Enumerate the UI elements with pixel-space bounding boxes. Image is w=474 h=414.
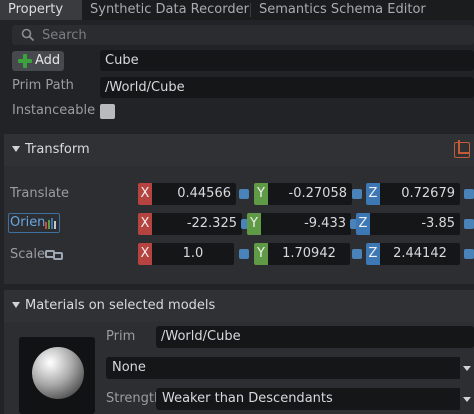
search-input[interactable] [42,25,462,45]
tab-semantics-schema-editor[interactable]: Semantics Schema Editor [251,0,441,20]
orient-label: Orien [10,215,46,230]
orient-x-field[interactable]: -22.325 [152,213,242,235]
scale-x-field[interactable]: 1.0 [152,243,234,265]
translate-z-keyframe-icon[interactable] [464,189,474,199]
scale-z-axis: Z [366,243,380,265]
prim-path-label: Prim Path [12,78,74,93]
scale-z-field[interactable]: 2.44142 [380,243,460,265]
dropdown-arrow-icon [460,388,474,410]
strength-label: Strength [106,391,163,406]
translate-x-keyframe-icon[interactable] [239,189,249,199]
add-button-label: Add [35,53,61,68]
transform-pivot-icon[interactable] [454,140,470,158]
transform-title: Transform [25,142,90,157]
search-icon [21,28,35,42]
rotation-order-icon [45,218,56,229]
material-preview [19,337,95,414]
tab-property[interactable]: Property [0,0,82,20]
materials-title: Materials on selected models [25,298,216,313]
materials-header[interactable]: Materials on selected models [4,290,474,322]
scale-x-axis: X [138,243,152,265]
strength-dropdown[interactable]: Weaker than Descendants [156,388,474,410]
translate-y-keyframe-icon[interactable] [352,189,362,199]
plus-icon [17,53,33,69]
orient-z-axis: Z [356,213,370,235]
scale-label: Scale [10,247,45,262]
transform-header[interactable]: Transform [4,134,474,166]
scale-x-keyframe-icon[interactable] [239,249,249,259]
scale-y-keyframe-icon[interactable] [352,249,362,259]
orient-z-keyframe-icon[interactable] [464,219,474,229]
translate-z-axis: Z [366,183,380,205]
material-prim-field[interactable]: /World/Cube [156,326,474,348]
material-select-value: None [112,360,146,375]
translate-x-field[interactable]: 0.44566 [152,183,236,205]
collapse-triangle-icon [12,302,20,308]
prim-name-field[interactable]: Cube [100,50,474,71]
instanceable-checkbox[interactable] [100,104,115,119]
prim-path-field[interactable]: /World/Cube [100,77,474,98]
material-select-dropdown[interactable]: None [106,357,474,379]
orient-mode-selector[interactable]: Orien [8,213,60,233]
material-prim-label: Prim [106,329,136,344]
scale-link-icon[interactable] [45,250,65,260]
add-button[interactable]: Add [12,51,64,71]
scale-y-axis: Y [254,243,268,265]
tab-bar: Property Synthetic Data Recorder Semanti… [0,0,474,20]
orient-y-axis: Y [247,213,261,235]
translate-x-axis: X [138,183,152,205]
instanceable-label: Instanceable [12,103,96,118]
dropdown-arrow-icon [460,357,474,379]
scale-y-field[interactable]: 1.70942 [268,243,350,265]
translate-label: Translate [10,186,70,201]
material-sphere-thumbnail [32,347,84,399]
translate-z-field[interactable]: 0.72679 [380,183,460,205]
scale-z-keyframe-icon[interactable] [464,249,474,259]
translate-y-axis: Y [254,183,268,205]
orient-z-field[interactable]: -3.85 [370,213,460,235]
strength-value: Weaker than Descendants [162,391,333,406]
orient-y-field[interactable]: -9.433 [261,213,351,235]
collapse-triangle-icon [12,146,20,152]
translate-y-field[interactable]: -0.27058 [268,183,352,205]
search-bar [12,25,474,45]
orient-x-axis: X [138,213,152,235]
tab-synthetic-data-recorder[interactable]: Synthetic Data Recorder [82,0,250,20]
